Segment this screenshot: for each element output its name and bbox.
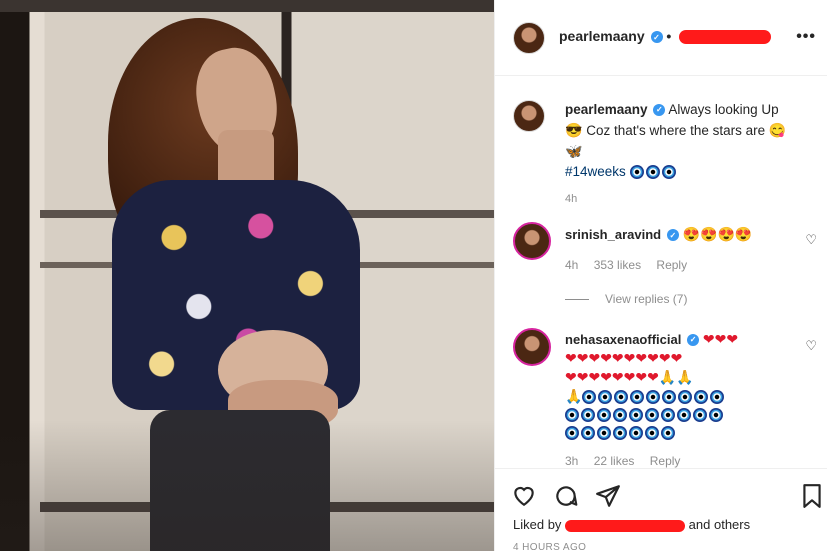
author-username[interactable]: pearlemaany xyxy=(559,28,645,44)
view-replies-button[interactable]: View replies (7) xyxy=(565,292,687,306)
commenter-username[interactable]: nehasaxenaofficial xyxy=(565,332,681,347)
folded-hands-emoji-icon: 🙏 xyxy=(565,388,583,404)
like-heart-icon[interactable] xyxy=(511,483,537,507)
red-heart-emoji-icon: ❤❤❤❤❤❤❤❤ xyxy=(565,369,659,385)
butterfly-emoji-icon: 🦋 xyxy=(565,143,583,159)
view-replies-label: View replies (7) xyxy=(605,292,688,306)
evil-eye-emoji-group xyxy=(565,425,677,441)
verified-icon: ✓ xyxy=(666,229,679,242)
post-actions-bar: Liked by and others 4 HOURS AGO xyxy=(495,468,827,553)
evil-eye-emoji-group xyxy=(565,407,725,423)
photo-frame xyxy=(0,0,494,12)
reply-button[interactable]: Reply xyxy=(656,258,687,272)
share-paper-plane-icon[interactable] xyxy=(595,483,621,509)
author-avatar[interactable] xyxy=(513,22,545,54)
heart-eyes-emoji-icon: 😍😍😍😍 xyxy=(682,226,753,242)
liked-by-line[interactable]: Liked by and others xyxy=(513,517,750,532)
caption-author-avatar[interactable] xyxy=(513,100,545,132)
red-heart-emoji-icon: ❤❤❤ xyxy=(702,331,739,347)
reply-button[interactable]: Reply xyxy=(650,454,681,468)
more-options-icon[interactable]: ••• xyxy=(796,28,816,46)
caption-time[interactable]: 4h xyxy=(565,193,577,205)
wink-tongue-emoji-icon: 😋 xyxy=(768,122,787,138)
post-photo[interactable] xyxy=(0,0,494,551)
verified-icon: ✓ xyxy=(653,104,666,117)
evil-eye-icon xyxy=(661,165,676,180)
folded-hands-emoji-icon: 🙏🙏 xyxy=(658,369,694,385)
commenter-username[interactable]: srinish_aravind xyxy=(565,227,661,242)
evil-eye-emoji-group xyxy=(582,389,726,405)
caption-text: Always looking Up xyxy=(668,102,779,117)
comment-likes[interactable]: 22 likes xyxy=(594,454,635,468)
separator-dot: • xyxy=(666,28,672,44)
post-header: pearlemaany ✓ • ••• xyxy=(495,0,827,76)
sunglasses-emoji-icon: 😎 xyxy=(565,122,583,138)
evil-eye-icon xyxy=(645,165,660,180)
replies-line xyxy=(565,299,589,301)
evil-eye-emoji-group xyxy=(629,164,678,180)
like-comment-heart-icon[interactable]: ♡ xyxy=(805,232,817,248)
comment-bubble-icon[interactable] xyxy=(553,483,579,509)
commenter-avatar[interactable] xyxy=(513,328,551,366)
caption-line-2: Coz that's where the stars are xyxy=(586,123,766,138)
like-comment-heart-icon[interactable]: ♡ xyxy=(805,338,817,354)
verified-icon: ✓ xyxy=(687,334,700,347)
liked-by-prefix: Liked by xyxy=(513,517,562,532)
post-time-ago[interactable]: 4 HOURS AGO xyxy=(513,542,586,553)
commenter-avatar[interactable] xyxy=(513,222,551,260)
redacted-follow-link xyxy=(679,30,772,45)
comment-time[interactable]: 3h xyxy=(565,454,578,468)
author-line: pearlemaany ✓ • xyxy=(559,28,772,45)
evil-eye-icon xyxy=(629,165,644,180)
liked-by-suffix: and others xyxy=(688,517,751,532)
hashtag-link[interactable]: #14weeks xyxy=(565,164,626,179)
save-bookmark-icon[interactable] xyxy=(801,483,823,509)
redacted-liker-name xyxy=(565,519,686,532)
caption-username[interactable]: pearlemaany xyxy=(565,102,648,117)
photo-shadow xyxy=(0,420,494,551)
comment-likes[interactable]: 353 likes xyxy=(594,258,641,272)
verified-icon: ✓ xyxy=(650,31,663,44)
post-side-panel: pearlemaany ✓ • ••• pearlemaany ✓ Always… xyxy=(494,0,827,553)
comment-time[interactable]: 4h xyxy=(565,258,578,272)
red-heart-emoji-icon: ❤❤❤❤❤❤❤❤❤❤ xyxy=(565,350,683,366)
